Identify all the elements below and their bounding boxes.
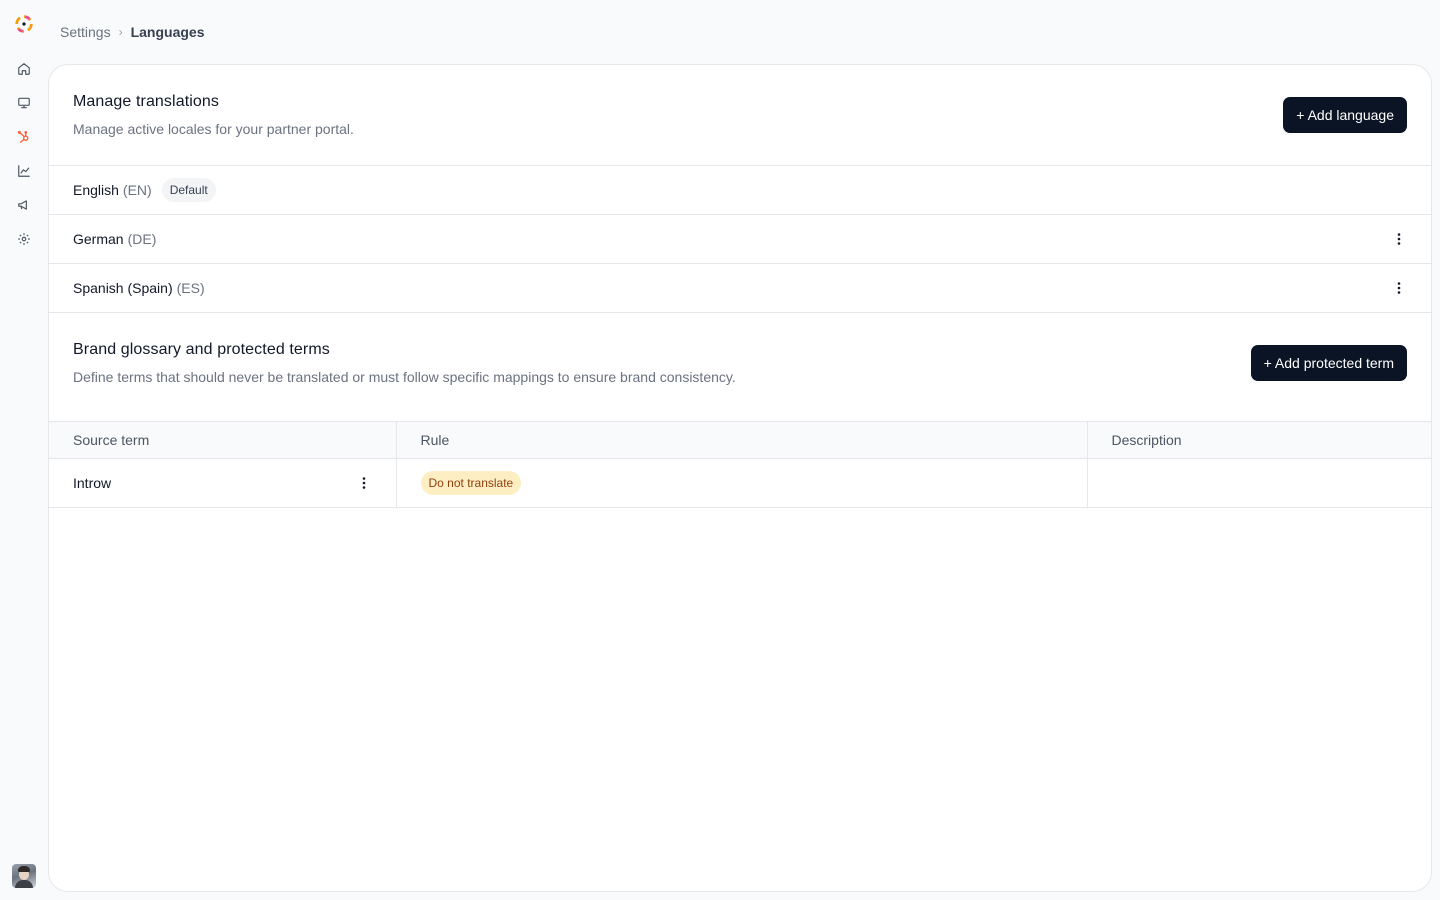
glossary-header: Brand glossary and protected terms Defin…: [49, 313, 1431, 421]
sidebar-item-hubspot[interactable]: [8, 120, 40, 154]
language-name: English: [73, 182, 119, 198]
gear-icon: [18, 233, 30, 245]
language-code: (DE): [127, 231, 157, 247]
more-options-icon[interactable]: [356, 475, 372, 491]
table-header-row: Source term Rule Description: [49, 421, 1431, 459]
breadcrumb-current: Languages: [130, 24, 205, 40]
main-card: Manage translations Manage active locale…: [48, 64, 1432, 892]
add-protected-term-button[interactable]: + Add protected term: [1250, 345, 1407, 381]
megaphone-icon: [18, 200, 27, 210]
more-options-icon[interactable]: [1391, 280, 1407, 296]
sidebar: [0, 0, 48, 900]
translations-subtitle: Manage active locales for your partner p…: [73, 121, 354, 137]
sidebar-item-analytics[interactable]: [8, 154, 40, 188]
column-header-rule: Rule: [395, 421, 1087, 459]
language-list: English (EN) Default German (DE) Spanish…: [49, 166, 1431, 313]
breadcrumb: Settings › Languages: [60, 22, 205, 42]
default-badge: Default: [161, 178, 216, 202]
app-logo[interactable]: [12, 12, 36, 36]
translations-title: Manage translations: [73, 93, 219, 110]
chevron-right-icon: ›: [118, 25, 123, 39]
column-header-description: Description: [1086, 421, 1431, 459]
source-term-cell: Introw: [49, 458, 396, 508]
rule-cell: Do not translate: [395, 458, 1087, 508]
glossary-title: Brand glossary and protected terms: [73, 341, 330, 358]
column-header-source-term: Source term: [49, 421, 396, 459]
language-row-german: German (DE): [49, 215, 1431, 264]
description-cell: [1086, 458, 1431, 508]
rule-badge: Do not translate: [420, 471, 522, 495]
sidebar-item-settings[interactable]: [8, 222, 40, 256]
sidebar-item-monitor[interactable]: [8, 86, 40, 120]
add-language-button[interactable]: + Add language: [1283, 97, 1407, 133]
chart-line-icon: [18, 165, 30, 177]
language-row-english: English (EN) Default: [49, 166, 1431, 215]
language-code: (ES): [176, 280, 205, 296]
home-icon: [18, 63, 30, 75]
hubspot-icon: [17, 130, 29, 143]
language-name: German: [73, 231, 124, 247]
source-term: Introw: [73, 475, 112, 491]
glossary-subtitle: Define terms that should never be transl…: [73, 369, 736, 385]
sidebar-item-home[interactable]: [8, 52, 40, 86]
language-name: Spanish (Spain): [73, 280, 173, 296]
monitor-icon: [18, 97, 30, 109]
avatar[interactable]: [12, 864, 36, 888]
table-row: Introw Do not translate: [49, 458, 1431, 508]
sidebar-nav: [8, 52, 40, 256]
more-options-icon[interactable]: [1391, 231, 1407, 247]
glossary-table: Source term Rule Description Introw Do n…: [49, 421, 1431, 508]
translations-header: Manage translations Manage active locale…: [49, 65, 1431, 166]
language-row-spanish: Spanish (Spain) (ES): [49, 264, 1431, 313]
language-code: (EN): [122, 182, 152, 198]
breadcrumb-settings[interactable]: Settings: [60, 24, 111, 40]
sidebar-item-campaigns[interactable]: [8, 188, 40, 222]
